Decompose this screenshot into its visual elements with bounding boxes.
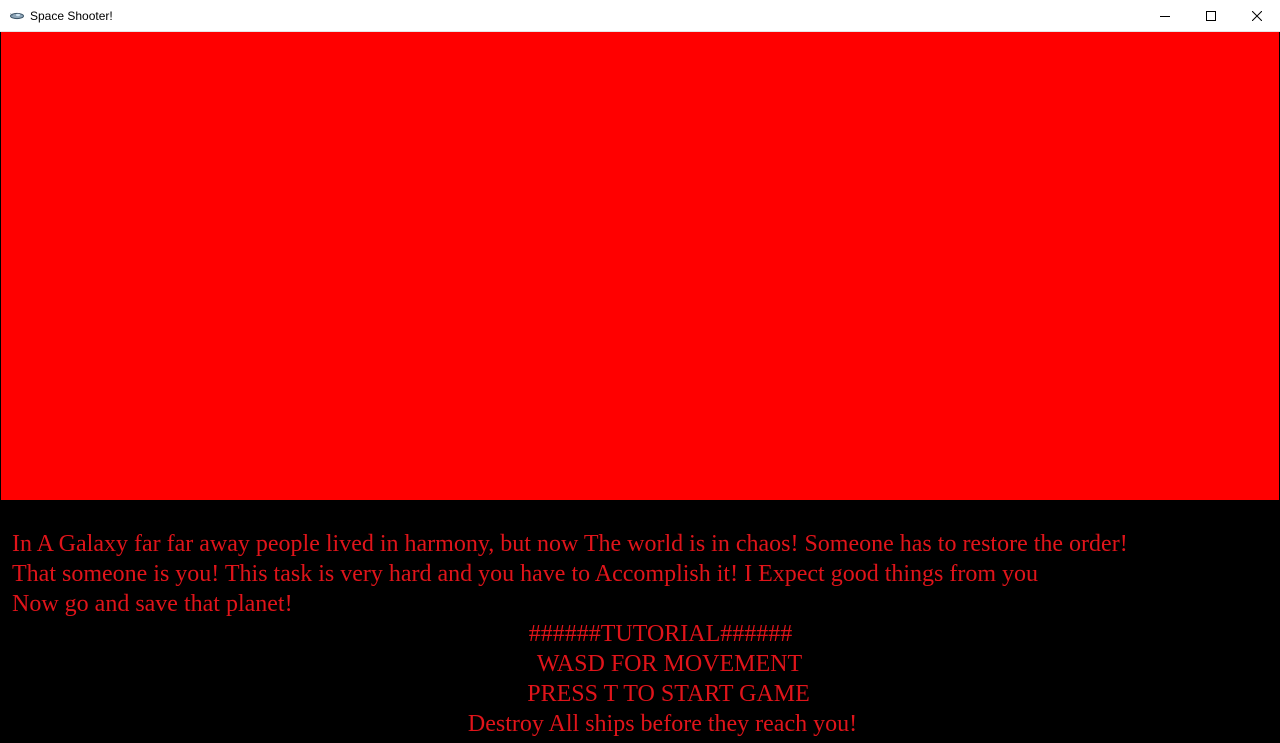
game-canvas[interactable]: In A Galaxy far far away people lived in…	[0, 32, 1280, 743]
tutorial-movement: WASD FOR MOVEMENT	[536, 651, 803, 677]
minimize-button[interactable]	[1142, 0, 1188, 32]
red-panel	[1, 32, 1279, 500]
maximize-icon	[1206, 11, 1216, 21]
close-icon	[1252, 11, 1262, 21]
window-title: Space Shooter!	[30, 9, 113, 23]
spaceship-icon	[9, 9, 25, 23]
story-line-3: Now go and save that planet!	[12, 591, 293, 617]
minimize-icon	[1160, 11, 1170, 21]
tutorial-start: PRESS T TO START GAME	[527, 681, 810, 707]
tutorial-goal: Destroy All ships before they reach you!	[467, 711, 858, 737]
tutorial-heading: ######TUTORIAL######	[528, 621, 793, 647]
story-line-2: That someone is you! This task is very h…	[12, 561, 1039, 587]
story-line-1: In A Galaxy far far away people lived in…	[12, 531, 1128, 557]
title-bar[interactable]: Space Shooter!	[0, 0, 1280, 32]
close-button[interactable]	[1234, 0, 1280, 32]
maximize-button[interactable]	[1188, 0, 1234, 32]
game-window: Space Shooter! In A Galaxy far far away …	[0, 0, 1280, 743]
